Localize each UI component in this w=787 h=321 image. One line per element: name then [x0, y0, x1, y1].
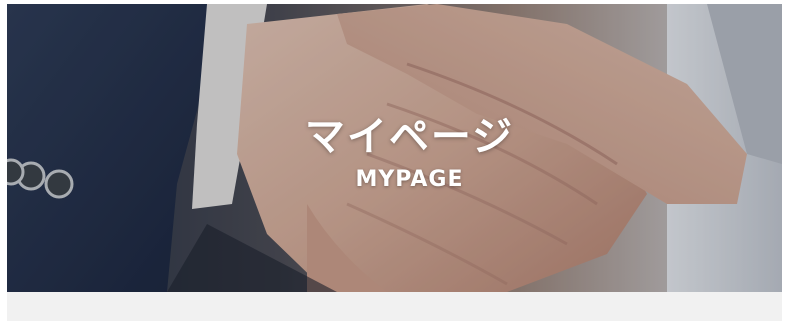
- page-title: マイページ: [304, 114, 515, 160]
- page-subtitle: MYPAGE: [355, 167, 464, 192]
- hero-text-group: マイページ MYPAGE: [7, 4, 782, 292]
- page: マイページ MYPAGE: [0, 0, 787, 321]
- content-area: [7, 292, 782, 321]
- hero-banner: マイページ MYPAGE: [7, 4, 782, 292]
